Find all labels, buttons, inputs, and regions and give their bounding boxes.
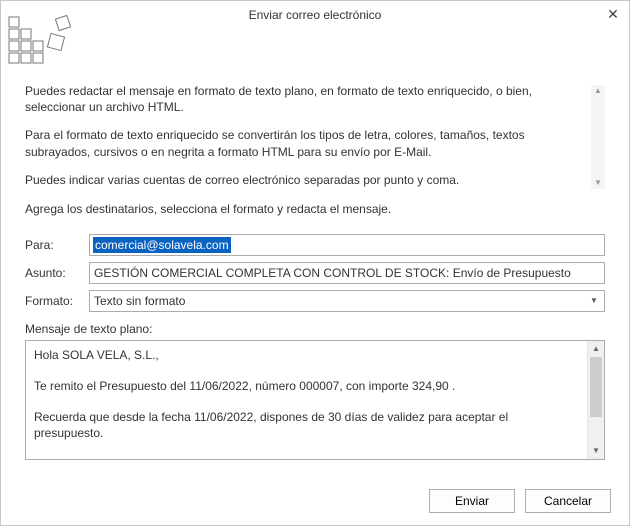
intro-paragraph: Puedes indicar varias cuentas de correo … [25, 172, 585, 188]
subject-label: Asunto: [25, 266, 89, 280]
scroll-down-icon[interactable]: ▼ [594, 177, 602, 189]
title-bar: Enviar correo electrónico ✕ [1, 1, 629, 29]
to-field[interactable]: comercial@solavela.com [89, 234, 605, 256]
scrollbar-track[interactable] [588, 357, 604, 443]
message-label: Mensaje de texto plano: [25, 322, 605, 336]
window-title: Enviar correo electrónico [249, 8, 382, 22]
to-value-selected[interactable]: comercial@solavela.com [93, 237, 231, 253]
recipients-hint: Agrega los destinatarios, selecciona el … [25, 202, 605, 216]
send-button[interactable]: Enviar [429, 489, 515, 513]
to-label: Para: [25, 238, 89, 252]
subject-input[interactable] [89, 262, 605, 284]
message-box[interactable]: Hola SOLA VELA, S.L., Te remito el Presu… [25, 340, 605, 460]
intro-text-block: Puedes redactar el mensaje en formato de… [25, 83, 605, 188]
intro-paragraph: Para el formato de texto enriquecido se … [25, 127, 585, 159]
close-icon[interactable]: ✕ [603, 5, 623, 25]
cancel-button[interactable]: Cancelar [525, 489, 611, 513]
format-select[interactable] [89, 290, 605, 312]
scrollbar-thumb[interactable] [590, 357, 602, 417]
format-label: Formato: [25, 294, 89, 308]
scroll-up-icon[interactable]: ▲ [592, 341, 600, 357]
message-textarea[interactable]: Hola SOLA VELA, S.L., Te remito el Presu… [26, 341, 587, 459]
chevron-down-icon[interactable]: ▼ [585, 292, 603, 310]
scroll-up-icon[interactable]: ▲ [594, 85, 602, 97]
intro-scrollbar[interactable]: ▲ ▼ [591, 85, 605, 189]
scroll-down-icon[interactable]: ▼ [592, 443, 600, 459]
intro-paragraph: Puedes redactar el mensaje en formato de… [25, 83, 585, 115]
message-scrollbar[interactable]: ▲ ▼ [587, 341, 604, 459]
